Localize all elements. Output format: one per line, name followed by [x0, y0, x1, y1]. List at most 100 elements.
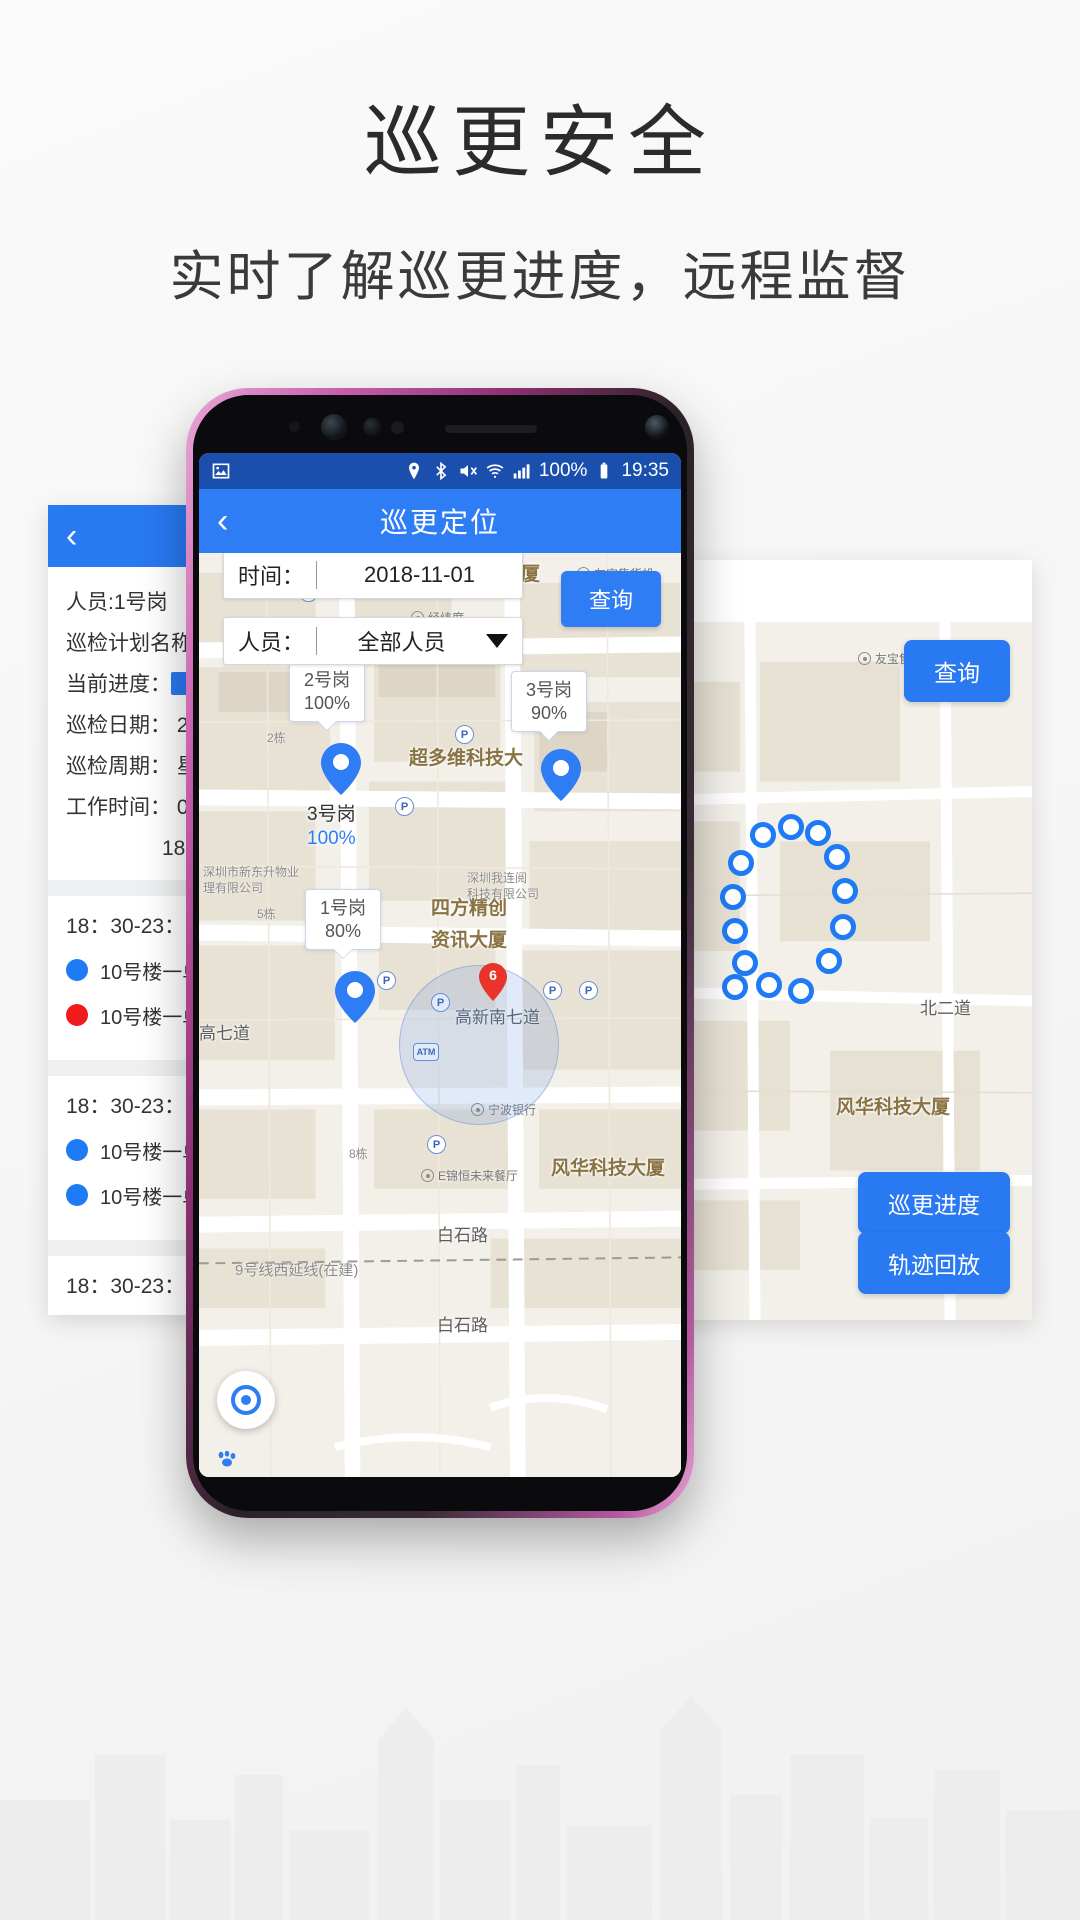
selected-marker-number: 6 [489, 967, 497, 983]
place-label: 超多维科技大 [409, 748, 524, 769]
status-dot-red [66, 1004, 88, 1027]
trail-dot [732, 950, 758, 976]
front-camera-icon [321, 414, 347, 440]
patrol-progress-button[interactable]: 巡更进度 [858, 1172, 1010, 1234]
trail-dot [805, 820, 831, 846]
status-dot-blue [66, 959, 88, 982]
patrol-pin-3[interactable] [541, 749, 581, 801]
road-label: 高七道 [199, 1024, 250, 1043]
map-canvas[interactable]: 朗科大厦 超多维科技大 四方精创 资讯大厦 风华科技大厦 深圳市新东升物业 理有… [199, 553, 681, 1477]
back-icon: ‹ [66, 517, 78, 555]
poi-dot-icon [858, 652, 871, 665]
callout-name: 2号岗 [304, 670, 351, 690]
place-label: 风华科技大厦 [836, 1097, 951, 1118]
parking-badge-icon: P [395, 797, 414, 816]
callout-name: 1号岗 [320, 898, 367, 918]
float-label-name: 3号岗 [307, 804, 356, 825]
place-label: 风华科技大厦 [551, 1158, 666, 1179]
page-subtitle: 实时了解巡更进度，远程监督 [169, 246, 911, 307]
road-label: 北二道 [920, 999, 971, 1018]
small-label: 深圳市新东升物业 [203, 865, 300, 879]
back-icon[interactable]: ‹ [217, 504, 228, 538]
chevron-down-icon [486, 634, 508, 648]
trail-dot [722, 918, 748, 944]
trail-dot [788, 978, 814, 1004]
small-label: 深圳我连阅 [467, 871, 528, 885]
parking-badge-icon: P [579, 981, 598, 1000]
query-button[interactable]: 查询 [904, 640, 1010, 702]
poi-dot-icon [421, 1169, 434, 1182]
secondary-camera-icon [645, 415, 669, 439]
parking-badge-icon: P [543, 981, 562, 1000]
callout-post-1[interactable]: 1号岗 80% [305, 889, 382, 950]
float-label-post-3: 3号岗 100% [307, 803, 356, 851]
query-button[interactable]: 查询 [560, 571, 661, 627]
image-icon [212, 463, 230, 479]
person-select[interactable]: 人员： 全部人员 [223, 617, 523, 665]
trail-dot [778, 814, 804, 840]
small-label: 2栋 [267, 731, 286, 745]
crosshair-icon [231, 1385, 261, 1415]
parking-badge-icon: P [427, 1135, 446, 1154]
callout-percent: 100% [304, 692, 351, 713]
callout-post-2[interactable]: 2号岗 100% [289, 661, 366, 722]
bluetooth-icon [436, 461, 447, 481]
track-playback-button[interactable]: 轨迹回放 [858, 1232, 1010, 1294]
app-bar: ‹ 巡更定位 [199, 489, 681, 553]
trail-dot [720, 884, 746, 910]
page-title: 巡更安全 [363, 98, 716, 186]
phone-top-bezel [193, 395, 687, 453]
trail-dot [816, 948, 842, 974]
person-label: 人员： [238, 630, 305, 655]
subway-line-label: 9号线西延线(在建) [235, 1262, 359, 1279]
date-value: 2018-11-01 [364, 562, 475, 587]
iris-scanner-icon [363, 418, 381, 436]
trail-dot [830, 914, 856, 940]
date-label: 时间： [238, 564, 305, 589]
road-label: 白石路 [437, 1226, 488, 1245]
person-value: 全部人员 [357, 630, 446, 655]
phone-screen: 100% 19:35 ‹ 巡更定位 超多维科技大 四方精创 资讯大厦 风华科技大… [199, 453, 681, 1477]
status-dot-blue [66, 1184, 88, 1207]
callout-post-3[interactable]: 3号岗 90% [511, 671, 588, 732]
battery-percent: 100% [538, 460, 588, 481]
trail-dot [824, 844, 850, 870]
float-label-percent: 100% [307, 827, 356, 849]
small-label: 理有限公司 [203, 881, 264, 895]
signal-icon [513, 464, 530, 479]
patrol-pin-1[interactable] [335, 971, 375, 1023]
proximity-sensor-icon [391, 421, 404, 434]
progress-label: 当前进度： [66, 672, 171, 696]
trail-dot [832, 878, 858, 904]
small-label: 8栋 [349, 1147, 368, 1161]
callout-percent: 90% [530, 702, 568, 723]
paw-icon [218, 1451, 236, 1467]
trail-dot [750, 822, 776, 848]
phone-mockup: 100% 19:35 ‹ 巡更定位 超多维科技大 四方精创 资讯大厦 风华科技大… [186, 388, 694, 1518]
small-label: 科技有限公司 [467, 887, 540, 901]
poi-text: E锦恒未来餐厅 [438, 1169, 519, 1183]
map-provider-logo [217, 1451, 239, 1467]
app-title: 巡更定位 [379, 507, 500, 538]
small-label: 5栋 [257, 907, 276, 921]
battery-icon [601, 462, 608, 479]
date-field[interactable]: 时间： 2018-11-01 [223, 553, 523, 599]
status-bar: 100% 19:35 [199, 453, 681, 489]
trail-dot [756, 972, 782, 998]
sensor-dot-icon [289, 421, 300, 432]
parking-badge-icon: P [377, 971, 396, 990]
trail-dot [728, 850, 754, 876]
clock-time: 19:35 [621, 460, 669, 481]
phone-body: 100% 19:35 ‹ 巡更定位 超多维科技大 四方精创 资讯大厦 风华科技大… [193, 395, 687, 1511]
parking-badge-icon: P [455, 725, 474, 744]
earpiece-speaker [445, 425, 537, 433]
headline-block: 巡更安全 实时了解巡更进度，远程监督 [0, 98, 1080, 311]
wifi-icon [486, 464, 504, 478]
skyline-silhouette [0, 1696, 1080, 1920]
mute-icon [460, 465, 477, 477]
poi-restaurant[interactable]: E锦恒未来餐厅 [421, 1167, 518, 1184]
locate-me-button[interactable] [217, 1371, 275, 1429]
patrol-pin-2[interactable] [321, 743, 361, 795]
phone-bottom-bezel [193, 1477, 687, 1511]
status-dot-blue [66, 1139, 88, 1162]
